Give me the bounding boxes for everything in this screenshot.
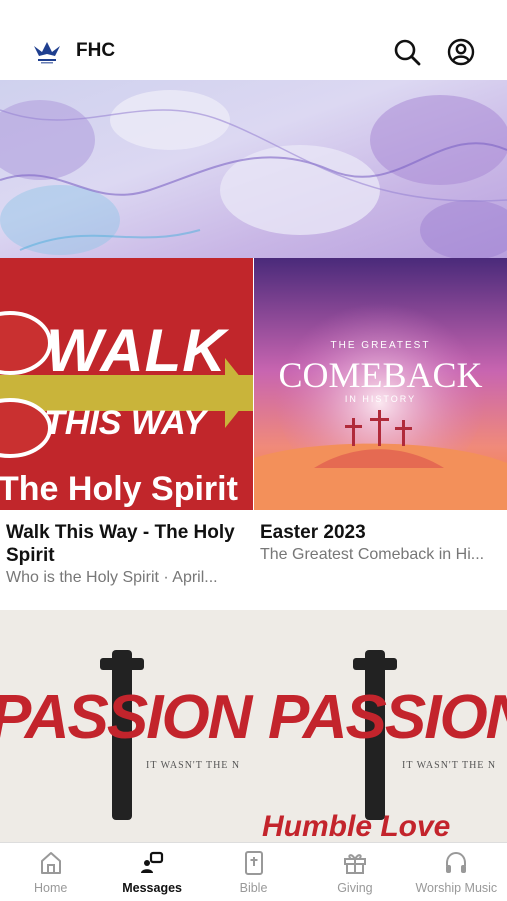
artwork-text-comeback: COMEBACK bbox=[278, 355, 483, 395]
series-title: Walk This Way - The Holy Spirit bbox=[6, 522, 235, 566]
search-icon[interactable] bbox=[392, 37, 422, 67]
church-logo bbox=[34, 42, 60, 64]
series-artwork: WALK THIS WAY The Holy Spirit bbox=[0, 258, 253, 510]
bible-icon bbox=[244, 851, 263, 875]
app-header: FHC bbox=[0, 24, 507, 80]
hero-banner-image[interactable] bbox=[0, 80, 507, 258]
artwork-tagline-left: IT WASN'T THE N bbox=[146, 760, 241, 771]
series-artwork: THE GREATEST COMEBACK IN HISTORY bbox=[254, 258, 507, 510]
tab-label: Messages bbox=[122, 881, 182, 895]
account-icon[interactable] bbox=[446, 37, 476, 67]
brand-name: FHC bbox=[76, 40, 116, 61]
tab-label: Giving bbox=[337, 881, 373, 895]
tab-label: Worship Music bbox=[415, 881, 498, 895]
tab-home[interactable]: Home bbox=[0, 843, 101, 901]
artwork-tagline-right: IT WASN'T THE N bbox=[402, 760, 497, 771]
artwork-text-passion-right: PASSION bbox=[268, 683, 507, 752]
messages-icon bbox=[141, 851, 164, 873]
tab-bible[interactable]: Bible bbox=[203, 843, 304, 901]
series-title: Easter 2023 bbox=[260, 522, 366, 543]
artwork-text-this-way: THIS WAY bbox=[44, 404, 206, 442]
bottom-tab-bar: Home Messages Bible Giving Worship Music bbox=[0, 842, 507, 901]
gift-icon bbox=[343, 854, 366, 874]
home-icon bbox=[40, 852, 61, 874]
artwork-text-holy-spirit: The Holy Spirit bbox=[0, 470, 238, 508]
artwork-text-the-greatest: THE GREATEST bbox=[330, 340, 431, 351]
series-grid: WALK THIS WAY The Holy Spirit Walk This … bbox=[0, 258, 507, 610]
series-card-walk-this-way[interactable]: WALK THIS WAY The Holy Spirit Walk This … bbox=[0, 258, 253, 598]
artwork-text-walk: WALK bbox=[46, 317, 227, 384]
tab-messages[interactable]: Messages bbox=[101, 843, 202, 901]
series-subtitle: Who is the Holy Spirit · April... bbox=[6, 569, 218, 586]
status-bar bbox=[0, 0, 507, 24]
artwork-text-humble-love: Humble Love bbox=[262, 810, 451, 842]
tab-worship-music[interactable]: Worship Music bbox=[406, 843, 507, 901]
artwork-text-in-history: IN HISTORY bbox=[344, 394, 417, 404]
series-subtitle: The Greatest Comeback in Hi... bbox=[260, 546, 485, 563]
artwork-text-passion-left: PASSION bbox=[0, 683, 252, 752]
tab-label: Home bbox=[34, 881, 68, 895]
series-card-easter-2023[interactable]: THE GREATEST COMEBACK IN HISTORY Easter … bbox=[254, 258, 507, 598]
tab-giving[interactable]: Giving bbox=[304, 843, 405, 901]
featured-series-artwork[interactable]: PASSION PASSION IT WASN'T THE N IT WASN'… bbox=[0, 610, 507, 842]
tab-label: Bible bbox=[239, 881, 268, 895]
headphones-icon bbox=[446, 851, 467, 873]
